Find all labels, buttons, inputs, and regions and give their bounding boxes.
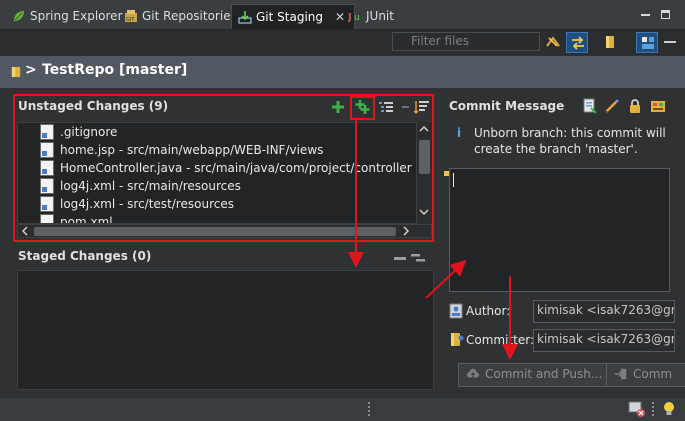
annotation-arrows xyxy=(348,120,518,360)
arrow-to-commit-message xyxy=(425,259,467,299)
